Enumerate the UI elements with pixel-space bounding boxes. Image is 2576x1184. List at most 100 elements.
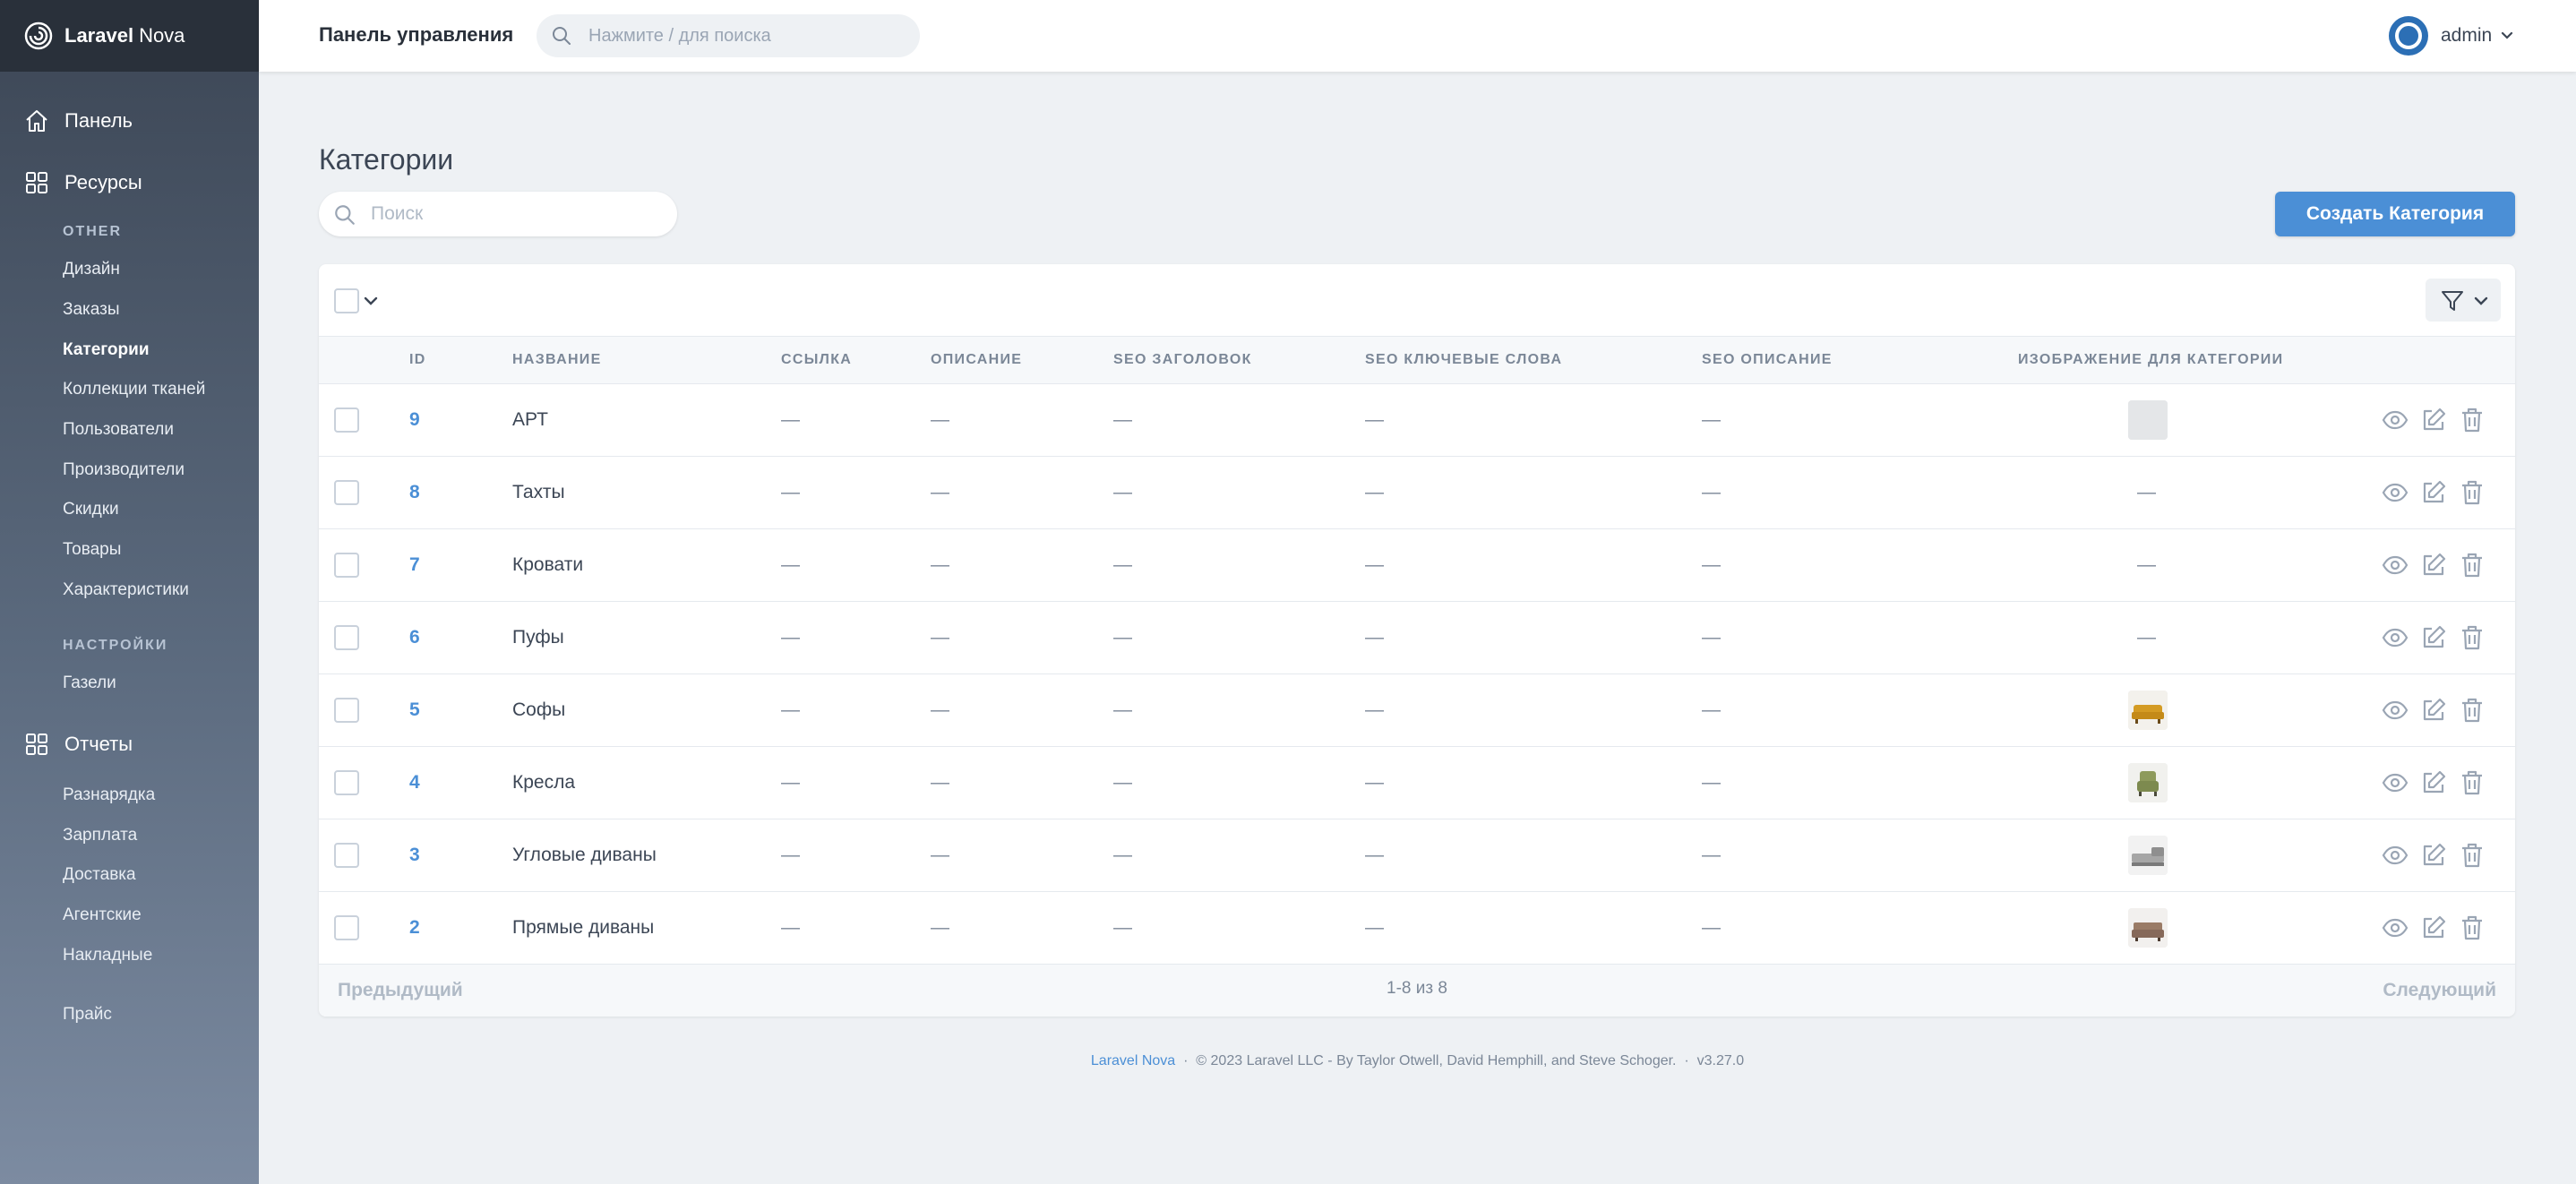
view-icon[interactable] — [2381, 768, 2409, 797]
column-header-seo-description[interactable]: SEO ОПИСАНИЕ — [1702, 352, 1833, 368]
select-all-checkbox[interactable] — [334, 288, 359, 313]
sidebar-item-products[interactable]: Товары — [0, 540, 121, 560]
view-icon[interactable] — [2381, 841, 2409, 870]
footer-nova-link[interactable]: Laravel Nova — [1091, 1053, 1175, 1068]
user-menu[interactable]: admin — [2389, 16, 2513, 56]
column-header-link[interactable]: ССЫЛКА — [781, 352, 852, 368]
cell-id[interactable]: 4 — [409, 772, 420, 794]
brand[interactable]: Laravel Nova — [0, 0, 259, 72]
delete-icon[interactable] — [2458, 841, 2486, 870]
table-row[interactable]: 8 Тахты — — — — — — — [319, 457, 2515, 529]
cell-id[interactable]: 6 — [409, 627, 420, 648]
delete-icon[interactable] — [2458, 551, 2486, 579]
sidebar-item-label: Ресурсы — [64, 171, 142, 193]
edit-icon[interactable] — [2419, 768, 2448, 797]
sidebar-item-users[interactable]: Пользователи — [0, 420, 174, 440]
footer: Laravel Nova · © 2023 Laravel LLC - By T… — [259, 1053, 2576, 1069]
sidebar-item-design[interactable]: Дизайн — [0, 260, 120, 279]
column-header-name[interactable]: НАЗВАНИЕ — [512, 352, 602, 368]
column-header-seo-keywords[interactable]: SEO КЛЮЧЕВЫЕ СЛОВА — [1365, 352, 1562, 368]
category-image-thumbnail[interactable] — [2128, 400, 2168, 440]
cell-description: — — [931, 482, 949, 502]
filter-icon — [2442, 291, 2463, 311]
sidebar-item-invoices[interactable]: Накладные — [0, 946, 152, 965]
sidebar-item-manufacturers[interactable]: Производители — [0, 460, 185, 480]
header-title[interactable]: Панель управления — [319, 23, 513, 47]
row-checkbox[interactable] — [334, 408, 359, 433]
table-row[interactable]: 5 Софы — — — — — — [319, 674, 2515, 747]
cell-id[interactable]: 2 — [409, 917, 420, 939]
table-row[interactable]: 9 АРТ — — — — — — [319, 384, 2515, 457]
edit-icon[interactable] — [2419, 841, 2448, 870]
sidebar-item-delivery[interactable]: Доставка — [0, 865, 136, 885]
sidebar-item-reports[interactable]: Отчеты — [0, 731, 133, 758]
category-image-thumbnail[interactable] — [2128, 908, 2168, 948]
column-header-id[interactable]: ID — [409, 352, 426, 368]
view-icon[interactable] — [2381, 914, 2409, 942]
chevron-down-icon[interactable] — [364, 296, 378, 306]
edit-icon[interactable] — [2419, 406, 2448, 434]
view-icon[interactable] — [2381, 478, 2409, 507]
cell-id[interactable]: 3 — [409, 845, 420, 866]
table-row[interactable]: 3 Угловые диваны — — — — — — [319, 819, 2515, 892]
cell-description: — — [931, 845, 949, 865]
sidebar-item-price[interactable]: Прайс — [0, 1005, 112, 1025]
sidebar-item-discounts[interactable]: Скидки — [0, 500, 119, 519]
sidebar-item-characteristics[interactable]: Характеристики — [0, 580, 189, 600]
resource-search[interactable] — [319, 192, 677, 236]
delete-icon[interactable] — [2458, 768, 2486, 797]
column-header-seo-title[interactable]: SEO ЗАГОЛОВОК — [1113, 352, 1252, 368]
edit-icon[interactable] — [2419, 478, 2448, 507]
cell-id[interactable]: 8 — [409, 482, 420, 503]
row-checkbox[interactable] — [334, 625, 359, 650]
edit-icon[interactable] — [2419, 914, 2448, 942]
table-toolbar — [319, 264, 2515, 336]
row-checkbox[interactable] — [334, 553, 359, 578]
view-icon[interactable] — [2381, 551, 2409, 579]
edit-icon[interactable] — [2419, 551, 2448, 579]
table-row[interactable]: 4 Кресла — — — — — — [319, 747, 2515, 819]
column-header-category-image[interactable]: ИЗОБРАЖЕНИЕ ДЛЯ КАТЕГОРИИ — [2018, 352, 2283, 368]
row-checkbox[interactable] — [334, 480, 359, 505]
row-checkbox[interactable] — [334, 915, 359, 940]
delete-icon[interactable] — [2458, 914, 2486, 942]
sidebar-item-categories[interactable]: Категории — [0, 340, 150, 360]
view-icon[interactable] — [2381, 623, 2409, 652]
row-checkbox[interactable] — [334, 843, 359, 868]
sidebar-item-fabric-collections[interactable]: Коллекции тканей — [0, 380, 205, 399]
category-image-thumbnail[interactable] — [2128, 836, 2168, 875]
category-image-thumbnail[interactable] — [2128, 763, 2168, 802]
next-page-button[interactable]: Следующий — [2383, 980, 2496, 1001]
sidebar-item-dashboard[interactable]: Панель — [0, 107, 133, 134]
sidebar-item-agency[interactable]: Агентские — [0, 905, 142, 925]
global-search-input[interactable] — [588, 14, 902, 57]
column-header-description[interactable]: ОПИСАНИЕ — [931, 352, 1022, 368]
view-icon[interactable] — [2381, 696, 2409, 725]
view-icon[interactable] — [2381, 406, 2409, 434]
row-checkbox[interactable] — [334, 770, 359, 795]
sidebar-item-resources[interactable]: Ресурсы — [0, 169, 142, 196]
delete-icon[interactable] — [2458, 406, 2486, 434]
sidebar-item-orders[interactable]: Заказы — [0, 300, 120, 320]
cell-id[interactable]: 7 — [409, 554, 420, 576]
row-checkbox[interactable] — [334, 698, 359, 723]
cell-id[interactable]: 5 — [409, 699, 420, 721]
sidebar-item-salary[interactable]: Зарплата — [0, 826, 137, 845]
cell-id[interactable]: 9 — [409, 409, 420, 431]
category-image-thumbnail[interactable] — [2128, 691, 2168, 730]
filter-button[interactable] — [2426, 279, 2501, 322]
sidebar-item-gazelles[interactable]: Газели — [0, 674, 116, 693]
delete-icon[interactable] — [2458, 623, 2486, 652]
table-row[interactable]: 7 Кровати — — — — — — — [319, 529, 2515, 602]
grid-icon — [26, 172, 47, 193]
resource-search-input[interactable] — [371, 192, 657, 236]
delete-icon[interactable] — [2458, 478, 2486, 507]
sidebar-item-assignment[interactable]: Разнарядка — [0, 785, 155, 805]
table-row[interactable]: 2 Прямые диваны — — — — — — [319, 892, 2515, 965]
global-search[interactable] — [537, 14, 920, 57]
table-row[interactable]: 6 Пуфы — — — — — — — [319, 602, 2515, 674]
edit-icon[interactable] — [2419, 696, 2448, 725]
edit-icon[interactable] — [2419, 623, 2448, 652]
create-category-button[interactable]: Создать Категория — [2275, 192, 2515, 236]
delete-icon[interactable] — [2458, 696, 2486, 725]
